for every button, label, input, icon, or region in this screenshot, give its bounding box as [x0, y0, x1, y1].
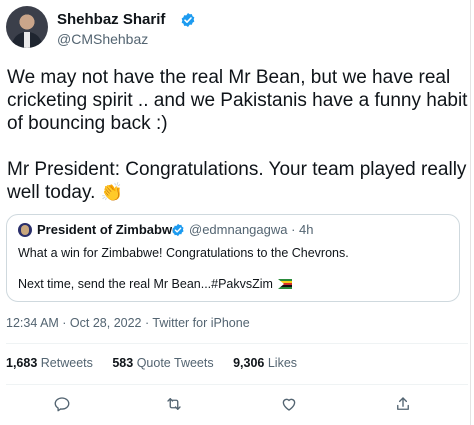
tweet-paragraph-1: We may not have the real Mr Bean, but we… [7, 67, 468, 134]
quote-tweets-stat[interactable]: 583 Quote Tweets [112, 356, 213, 370]
like-button[interactable] [278, 393, 300, 415]
likes-count: 9,306 [233, 356, 265, 370]
quoted-line-1: What a win for Zimbabwe! Congratulations… [18, 246, 349, 260]
retweets-stat[interactable]: 1,683 Retweets [6, 356, 93, 370]
divider [6, 343, 468, 344]
quoted-tweet[interactable]: President of Zimbabwe @edmnangagwa · 4h … [6, 214, 460, 302]
retweets-count: 1,683 [6, 356, 38, 370]
quoted-author-avatar [18, 223, 32, 237]
retweet-button[interactable] [163, 393, 185, 415]
tweet-container: Shehbaz Sharif @CMShehbaz We may not hav… [0, 0, 474, 425]
avatar-shirt [24, 32, 30, 48]
quote-tweets-count: 583 [112, 356, 134, 370]
retweet-icon [167, 398, 181, 410]
reply-button[interactable] [51, 393, 73, 415]
tweet-timestamp[interactable]: 12:34 AM · Oct 28, 2022 · Twitter for iP… [6, 316, 250, 330]
right-border [470, 0, 471, 425]
like-icon [282, 398, 296, 411]
tweet-paragraph-2: Mr President: Congratulations. Your team… [7, 158, 469, 204]
tweet-paragraph-2-text: Mr President: Congratulations. Your team… [7, 159, 467, 203]
divider [6, 384, 468, 385]
author-name[interactable]: Shehbaz Sharif [57, 11, 165, 28]
zimbabwe-flag-icon [278, 279, 293, 289]
engagement-stats: 1,683 Retweets 583 Quote Tweets 9,306 Li… [6, 356, 313, 370]
tweet-text: We may not have the real Mr Bean, but we… [7, 66, 469, 227]
quoted-line-2-text: Next time, send the real Mr Bean...#Pakv… [18, 277, 273, 291]
quoted-verified-badge-icon [172, 223, 184, 237]
author-avatar[interactable] [6, 6, 48, 48]
quoted-text: What a win for Zimbabwe! Congratulations… [18, 245, 448, 307]
quoted-handle-time: @edmnangagwa · 4h [189, 222, 314, 237]
quoted-author-name: President of Zimbabwe [37, 222, 180, 237]
quoted-line-2: Next time, send the real Mr Bean...#Pakv… [18, 276, 448, 292]
likes-stat[interactable]: 9,306 Likes [233, 356, 297, 370]
author-handle[interactable]: @CMShehbaz [57, 31, 148, 47]
reply-icon [54, 397, 70, 412]
likes-label: Likes [267, 356, 298, 370]
quote-tweets-label: Quote Tweets [136, 356, 214, 370]
clapping-hands-emoji: 👏 [100, 182, 124, 202]
verified-badge-icon [181, 13, 195, 27]
share-icon [397, 397, 409, 410]
share-button[interactable] [392, 393, 414, 415]
retweets-label: Retweets [40, 356, 93, 370]
